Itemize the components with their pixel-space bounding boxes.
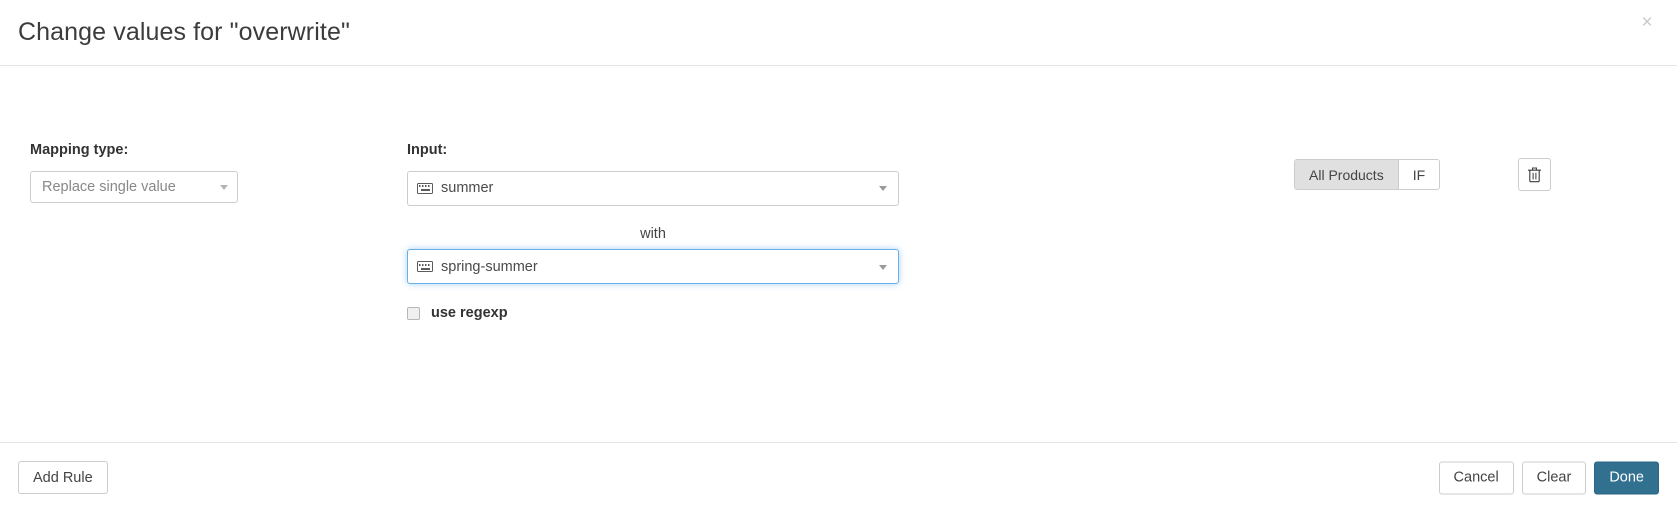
chevron-down-icon: [879, 264, 887, 270]
keyboard-icon: [417, 182, 433, 194]
change-values-dialog: Change values for "overwrite" × Mapping …: [0, 0, 1677, 512]
use-regexp-label[interactable]: use regexp: [431, 305, 508, 321]
target-value-text: spring-summer: [441, 258, 538, 275]
add-rule-button[interactable]: Add Rule: [18, 461, 108, 494]
page-title: Change values for "overwrite": [18, 18, 350, 46]
delete-rule-button[interactable]: [1518, 158, 1551, 191]
cancel-button[interactable]: Cancel: [1438, 461, 1514, 494]
chevron-down-icon: [220, 184, 228, 190]
source-value-text: summer: [441, 180, 494, 196]
use-regexp-row: use regexp: [407, 305, 508, 321]
mapping-type-value: Replace single value: [42, 178, 176, 195]
clear-button[interactable]: Clear: [1521, 461, 1587, 494]
mapping-type-group: Mapping type: Replace single value: [30, 143, 260, 203]
scope-button-all-products[interactable]: All Products: [1295, 160, 1399, 189]
footer-actions: Cancel Clear Done: [1438, 461, 1659, 494]
input-label: Input:: [407, 142, 448, 158]
input-group: Input: summer: [407, 143, 907, 206]
mapping-type-label: Mapping type:: [30, 142, 129, 158]
scope-button-group: All Products IF: [1294, 159, 1441, 190]
with-label: with: [640, 226, 666, 242]
keyboard-icon: [417, 261, 433, 272]
dialog-header: Change values for "overwrite" ×: [0, 0, 1677, 66]
trash-icon: [1527, 167, 1542, 183]
target-value-wrapper: spring-summer: [407, 249, 899, 284]
scope-button-if[interactable]: IF: [1398, 160, 1440, 189]
dialog-footer: Add Rule Cancel Clear Done: [0, 442, 1677, 512]
dialog-body: Mapping type: Replace single value Input…: [0, 66, 1677, 442]
close-icon[interactable]: ×: [1637, 13, 1657, 33]
done-button[interactable]: Done: [1594, 461, 1659, 494]
mapping-type-select[interactable]: Replace single value: [30, 170, 238, 203]
chevron-down-icon: [879, 186, 887, 191]
use-regexp-checkbox[interactable]: [407, 306, 420, 320]
source-value-input[interactable]: summer: [407, 170, 899, 206]
target-value-input[interactable]: spring-summer: [407, 249, 899, 284]
